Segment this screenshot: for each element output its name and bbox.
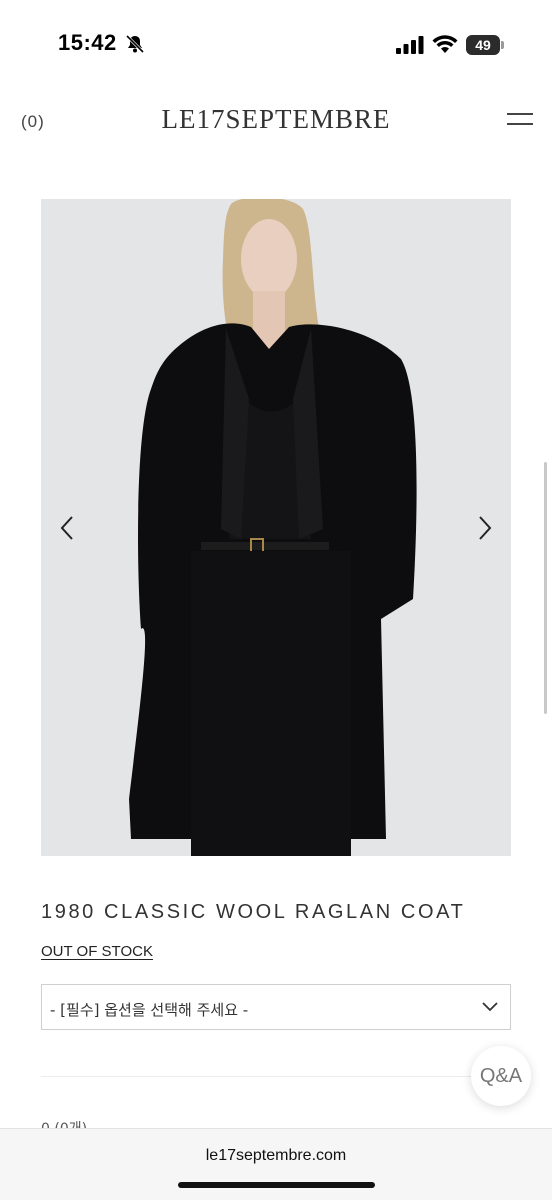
status-time: 15:42 [58, 30, 117, 55]
product-title: 1980 CLASSIC WOOL RAGLAN COAT [41, 901, 466, 923]
wifi-icon [432, 35, 458, 53]
home-indicator[interactable] [178, 1182, 375, 1188]
option-select[interactable]: - [필수] 옵션을 선택해 주세요 - [41, 984, 511, 1030]
battery-level: 49 [466, 35, 500, 55]
chevron-left-icon[interactable] [58, 514, 78, 542]
stock-status-link[interactable]: OUT OF STOCK [41, 943, 153, 960]
cellular-signal-icon [396, 36, 424, 54]
scrollbar[interactable] [544, 462, 547, 714]
product-image[interactable] [41, 199, 511, 856]
qa-button[interactable]: Q&A [471, 1046, 531, 1106]
status-bar: 15:42 49 [0, 0, 552, 90]
chevron-down-icon [482, 1002, 498, 1012]
bell-slash-icon [125, 34, 145, 54]
battery-tip [501, 41, 504, 49]
option-select-value: - [필수] 옵션을 선택해 주세요 - [50, 1001, 249, 1019]
divider [41, 1076, 511, 1077]
model-photo [41, 199, 511, 856]
hamburger-menu-icon[interactable] [507, 112, 533, 128]
browser-address-bar[interactable]: le17septembre.com [0, 1128, 552, 1200]
battery-indicator: 49 [466, 35, 504, 55]
brand-logo[interactable]: LE17SEPTEMBRE [0, 104, 552, 135]
chevron-right-icon[interactable] [474, 514, 494, 542]
url-text[interactable]: le17septembre.com [0, 1147, 552, 1165]
